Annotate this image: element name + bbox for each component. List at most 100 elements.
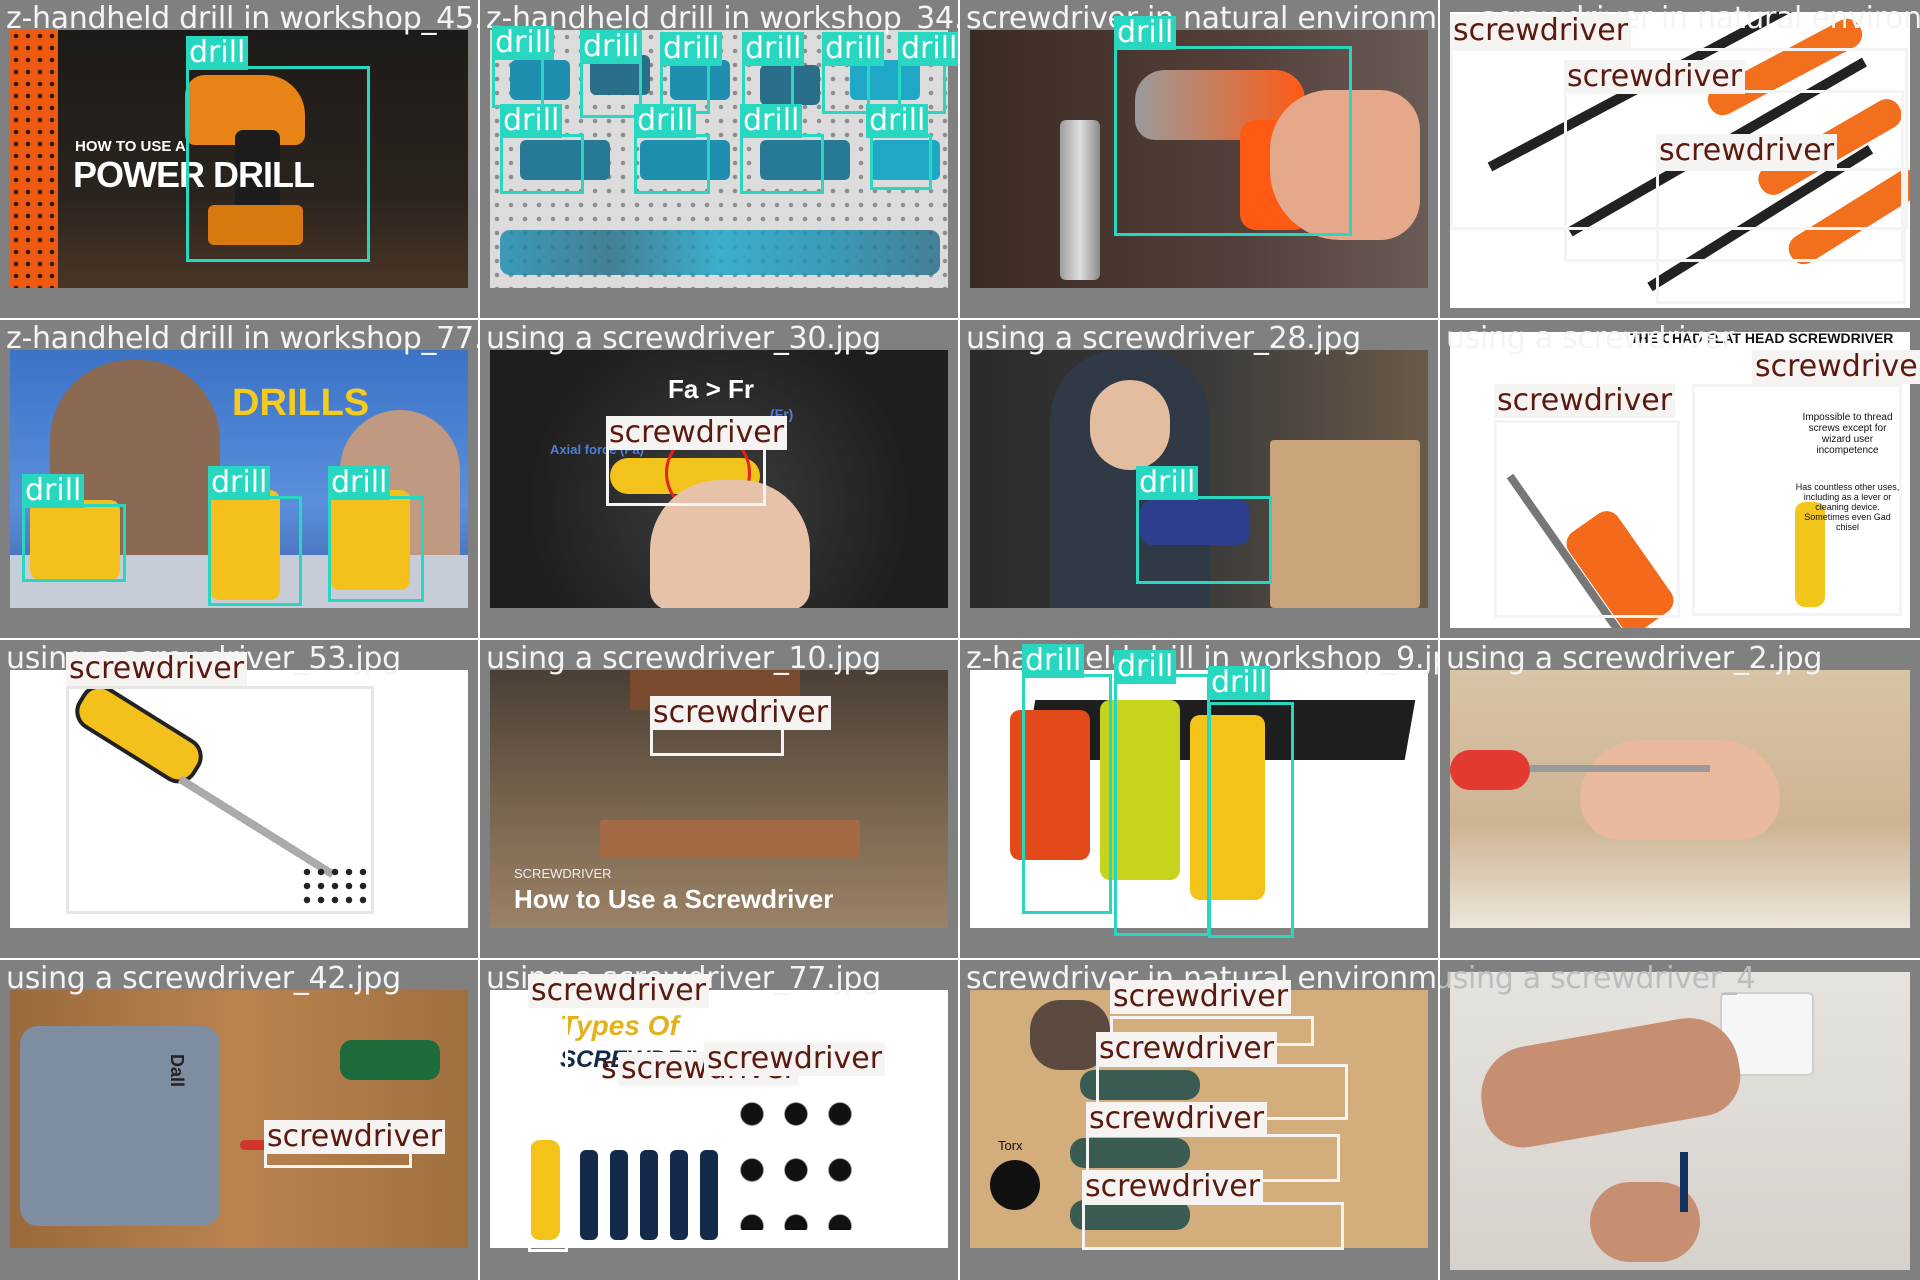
image-filename: using a screwdriver	[1446, 321, 1734, 356]
image-filename: using a screwdriver_28.jpg	[966, 321, 1361, 356]
drill-shape	[340, 1040, 440, 1080]
bbox-label: drill	[1136, 466, 1199, 500]
bbox-drill	[822, 62, 870, 114]
bbox-label: screwdriver	[606, 416, 788, 450]
screwdriver-shape	[700, 1150, 718, 1240]
photo-text-formula: Fa > Fr	[668, 374, 754, 404]
orange-panel	[10, 30, 58, 288]
bbox-drill	[500, 134, 584, 194]
hand-shape	[1473, 1010, 1747, 1154]
grid-cell[interactable]: Torx screwdriver in natural environment_…	[960, 960, 1438, 1280]
grid-cell[interactable]: screwdriver in natural environment screw…	[1440, 0, 1920, 318]
photo-text-types: Types Of	[560, 1010, 679, 1041]
bbox-drill	[186, 66, 370, 262]
bbox-drill	[1022, 674, 1112, 914]
photo-text-torx: Torx	[998, 1138, 1023, 1153]
bbox-label: drill	[866, 104, 929, 138]
grid-cell[interactable]: z-handheld drill in workshop_34.jpg dril…	[480, 0, 958, 318]
bbox-label: screwdriver	[66, 652, 248, 686]
bbox-label: drill	[208, 466, 271, 500]
image-filename: z-handheld drill in workshop_34.jpg	[486, 1, 958, 36]
screwdriver-shape	[580, 1150, 598, 1240]
torx-icon	[990, 1160, 1040, 1210]
bbox-label: drill	[822, 32, 885, 66]
bbox-screwdriver	[1494, 420, 1680, 618]
bbox-label: drill	[500, 104, 563, 138]
photo-text-title: How to Use a Screwdriver	[514, 884, 834, 914]
photo-text-brand: Dall	[167, 1053, 188, 1088]
screwdriver-shape	[610, 1150, 628, 1240]
bbox-label: drill	[580, 30, 643, 64]
bbox-label: drill	[1208, 666, 1271, 700]
bbox-label: drill	[492, 26, 555, 60]
grid-cell[interactable]: HOW TO USE A POWER DRILL z-handheld dril…	[0, 0, 478, 318]
bbox-label: drill	[22, 474, 85, 508]
grid-cell[interactable]: using a screwdriver_53.jpg screwdriver	[0, 640, 478, 958]
screwdriver-shape	[1530, 765, 1710, 772]
bbox-drill	[492, 56, 544, 108]
photo	[1450, 972, 1910, 1270]
bbox-drill	[208, 496, 302, 606]
image-filename: screwdriver in natural environment	[966, 1, 1438, 36]
bbox-drill	[1114, 674, 1210, 936]
grid-cell[interactable]: z-handheld drill in workshop_9.jpg drill…	[960, 640, 1438, 958]
bbox-drill	[328, 496, 424, 602]
image-filename: using a screwdriver_2.jpg	[1446, 641, 1823, 676]
bbox-label: screwdriver	[264, 1120, 446, 1154]
photo-text-title: DRILLS	[232, 382, 370, 424]
bbox-drill	[1208, 702, 1294, 938]
grid-cell[interactable]: screwdriver in natural environment drill	[960, 0, 1438, 318]
bbox-label: drill	[1114, 650, 1177, 684]
bbox-label: screwdriver	[1450, 14, 1632, 48]
case-shape	[20, 1026, 220, 1226]
bbox-label: screwdriver	[1110, 980, 1292, 1014]
image-filename: using a screwdriver_30.jpg	[486, 321, 881, 356]
image-filename: using a screwdriver_4	[1440, 961, 1756, 996]
bbox-label: drill	[660, 32, 723, 66]
image-filename: z-handheld drill in workshop_45.jpg	[6, 1, 478, 36]
grid-cell[interactable]: THE CHAD FLAT HEAD SCREWDRIVER Impossibl…	[1440, 320, 1920, 638]
photo-text-small: HOW TO USE A	[75, 138, 186, 155]
bbox-label: drill	[634, 104, 697, 138]
wood-frame	[1270, 440, 1420, 608]
grid-cell[interactable]: using a screwdriver_28.jpg drill	[960, 320, 1438, 638]
bbox-drill	[1136, 496, 1272, 584]
bbox-screwdriver	[528, 1008, 568, 1252]
bbox-screwdriver	[66, 686, 374, 914]
photo	[1450, 670, 1910, 928]
detection-grid: HOW TO USE A POWER DRILL z-handheld dril…	[0, 0, 1920, 1280]
bbox-screwdriver	[1656, 168, 1906, 304]
hinge-shape	[1060, 120, 1100, 280]
grid-cell[interactable]: Types Of SCREWDRIVER using a screwdriver…	[480, 960, 958, 1280]
image-filename: using a screwdriver_42.jpg	[6, 961, 401, 996]
bbox-label: drill	[898, 32, 958, 66]
hand-shape	[1580, 740, 1780, 840]
wood-block	[600, 820, 860, 858]
bbox-label: screwdriver	[1656, 134, 1838, 168]
bbox-drill	[22, 504, 126, 582]
handle-shape	[1450, 750, 1530, 790]
grid-cell[interactable]: Dall using a screwdriver_42.jpg screwdri…	[0, 960, 478, 1280]
bbox-drill	[1114, 46, 1352, 236]
bbox-label: drill	[328, 466, 391, 500]
bbox-label: screwdriver	[528, 974, 710, 1008]
bbox-screwdriver	[1692, 384, 1902, 616]
bbox-screwdriver	[650, 726, 784, 756]
bbox-drill	[634, 134, 710, 194]
grid-cell[interactable]: using a screwdriver_2.jpg	[1440, 640, 1920, 958]
bbox-drill	[740, 134, 824, 194]
image-filename: using a screwdriver_10.jpg	[486, 641, 881, 676]
bbox-label: screwdriver	[1752, 350, 1920, 384]
grid-cell[interactable]: using a screwdriver_4	[1440, 960, 1920, 1280]
image-filename: z-handheld drill in workshop_77.jpg	[6, 321, 478, 356]
bbox-label: drill	[186, 36, 249, 70]
grinder-row	[500, 230, 940, 275]
grid-cell[interactable]: DRILLS z-handheld drill in workshop_77.j…	[0, 320, 478, 638]
grid-cell[interactable]: SCREWDRIVER How to Use a Screwdriver usi…	[480, 640, 958, 958]
bbox-label: drill	[740, 104, 803, 138]
bbox-label: drill	[1022, 644, 1085, 678]
bbox-label: screwdriver	[650, 696, 832, 730]
grid-cell[interactable]: Fa > Fr Axial force (Fa) (Fr) using a sc…	[480, 320, 958, 638]
bbox-label: screwdriver	[1086, 1102, 1268, 1136]
bbox-drill	[870, 134, 932, 190]
